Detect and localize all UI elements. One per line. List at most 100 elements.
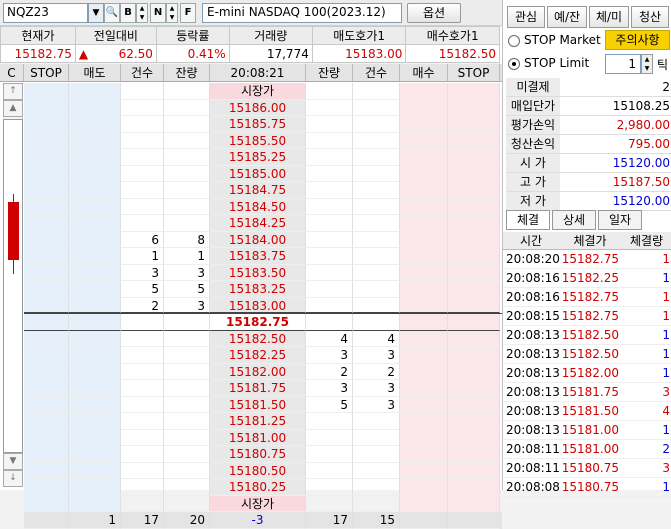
- buy-cell[interactable]: [400, 429, 448, 446]
- stop-market-radio[interactable]: [508, 35, 520, 47]
- stop-sell-cell[interactable]: [24, 231, 69, 248]
- stop-buy-cell[interactable]: [448, 297, 500, 313]
- sell-cell[interactable]: [69, 396, 121, 413]
- stop-sell-cell[interactable]: [24, 479, 69, 496]
- stop-sell-cell[interactable]: [24, 429, 69, 446]
- sell-cell[interactable]: [69, 182, 121, 199]
- sell-cell[interactable]: [69, 99, 121, 116]
- prev-f-button[interactable]: F: [180, 3, 196, 23]
- sell-cell[interactable]: [69, 231, 121, 248]
- buy-cell[interactable]: [400, 330, 448, 347]
- scroll-up-icon[interactable]: ↑: [3, 83, 23, 100]
- sell-cell[interactable]: [69, 363, 121, 380]
- buy-cell[interactable]: [400, 363, 448, 380]
- stop-sell-cell[interactable]: [24, 182, 69, 199]
- stop-sell-cell[interactable]: [24, 462, 69, 479]
- scroll-down-arrow-icon[interactable]: ▼: [3, 453, 23, 470]
- spin-n-icon[interactable]: ▲ ▼: [166, 3, 178, 23]
- sell-cell[interactable]: [69, 264, 121, 281]
- stop-buy-cell[interactable]: [448, 462, 500, 479]
- spin-b-icon[interactable]: ▲ ▼: [136, 3, 148, 23]
- stop-buy-cell[interactable]: [448, 83, 500, 100]
- buy-cell[interactable]: [400, 149, 448, 166]
- stop-buy-cell[interactable]: [448, 149, 500, 166]
- tab-detail[interactable]: 상세: [552, 210, 596, 230]
- stop-buy-cell[interactable]: [448, 479, 500, 496]
- sell-cell[interactable]: [69, 347, 121, 364]
- sell-cell[interactable]: [69, 198, 121, 215]
- stop-buy-cell[interactable]: [448, 413, 500, 430]
- buy-cell[interactable]: [400, 182, 448, 199]
- stop-sell-cell[interactable]: [24, 495, 69, 512]
- stop-buy-cell[interactable]: [448, 215, 500, 232]
- stop-buy-cell[interactable]: [448, 182, 500, 199]
- sell-cell[interactable]: [69, 380, 121, 397]
- tab-watchlist[interactable]: 관심: [507, 6, 545, 28]
- stop-buy-cell[interactable]: [448, 264, 500, 281]
- stop-buy-cell[interactable]: [448, 314, 500, 331]
- stop-sell-cell[interactable]: [24, 330, 69, 347]
- stop-sell-cell[interactable]: [24, 314, 69, 331]
- stop-buy-cell[interactable]: [448, 330, 500, 347]
- stop-buy-cell[interactable]: [448, 363, 500, 380]
- sell-cell[interactable]: [69, 132, 121, 149]
- tab-liquidate[interactable]: 청산: [631, 6, 669, 28]
- tab-trades[interactable]: 체결: [506, 210, 550, 230]
- buy-cell[interactable]: [400, 248, 448, 265]
- stop-buy-cell[interactable]: [448, 116, 500, 133]
- stop-sell-cell[interactable]: [24, 99, 69, 116]
- buy-cell[interactable]: [400, 116, 448, 133]
- sell-cell[interactable]: [69, 429, 121, 446]
- tab-fills[interactable]: 체/미: [589, 6, 629, 28]
- symbol-dropdown-icon[interactable]: ▼: [88, 3, 104, 23]
- buy-cell[interactable]: [400, 198, 448, 215]
- buy-cell[interactable]: [400, 314, 448, 331]
- stop-buy-cell[interactable]: [448, 446, 500, 463]
- buy-cell[interactable]: [400, 215, 448, 232]
- stop-sell-cell[interactable]: [24, 149, 69, 166]
- buy-cell[interactable]: [400, 446, 448, 463]
- mini-chart-scrollbar[interactable]: ↑ ▲ ▼ ↓: [3, 83, 23, 487]
- stop-sell-cell[interactable]: [24, 380, 69, 397]
- stop-buy-cell[interactable]: [448, 248, 500, 265]
- stop-sell-cell[interactable]: [24, 396, 69, 413]
- buy-cell[interactable]: [400, 231, 448, 248]
- stop-sell-cell[interactable]: [24, 248, 69, 265]
- side-toggle-button[interactable]: C: [0, 64, 24, 81]
- stop-buy-cell[interactable]: [448, 396, 500, 413]
- sell-cell[interactable]: [69, 446, 121, 463]
- tick-input[interactable]: 1: [605, 54, 641, 74]
- sell-cell[interactable]: [69, 330, 121, 347]
- stop-buy-cell[interactable]: [448, 429, 500, 446]
- stop-buy-cell[interactable]: [448, 198, 500, 215]
- stop-sell-cell[interactable]: [24, 215, 69, 232]
- buy-cell[interactable]: [400, 281, 448, 298]
- stop-buy-cell[interactable]: [448, 99, 500, 116]
- tab-deposit[interactable]: 예/잔: [547, 6, 587, 28]
- sell-cell[interactable]: [69, 83, 121, 100]
- stop-sell-cell[interactable]: [24, 132, 69, 149]
- buy-cell[interactable]: [400, 165, 448, 182]
- stop-buy-cell[interactable]: [448, 380, 500, 397]
- scroll-down-icon[interactable]: ↓: [3, 470, 23, 487]
- stop-sell-cell[interactable]: [24, 297, 69, 313]
- buy-cell[interactable]: [400, 512, 448, 529]
- sell-cell[interactable]: [69, 413, 121, 430]
- prev-b-button[interactable]: B: [120, 3, 136, 23]
- buy-cell[interactable]: [400, 99, 448, 116]
- sell-cell[interactable]: [69, 297, 121, 313]
- scroll-up-arrow-icon[interactable]: ▲: [3, 100, 23, 117]
- stop-buy-cell[interactable]: [448, 132, 500, 149]
- stop-sell-cell[interactable]: [24, 363, 69, 380]
- sell-cell[interactable]: [69, 462, 121, 479]
- symbol-input[interactable]: NQZ23: [3, 3, 88, 23]
- stop-buy-cell[interactable]: [448, 231, 500, 248]
- buy-cell[interactable]: [400, 132, 448, 149]
- sell-cell[interactable]: [69, 314, 121, 331]
- stop-buy-cell[interactable]: [448, 495, 500, 512]
- buy-cell[interactable]: [400, 495, 448, 512]
- stop-sell-cell[interactable]: [24, 347, 69, 364]
- stop-sell-cell[interactable]: [24, 198, 69, 215]
- stop-buy-cell[interactable]: [448, 165, 500, 182]
- stop-sell-cell[interactable]: [24, 413, 69, 430]
